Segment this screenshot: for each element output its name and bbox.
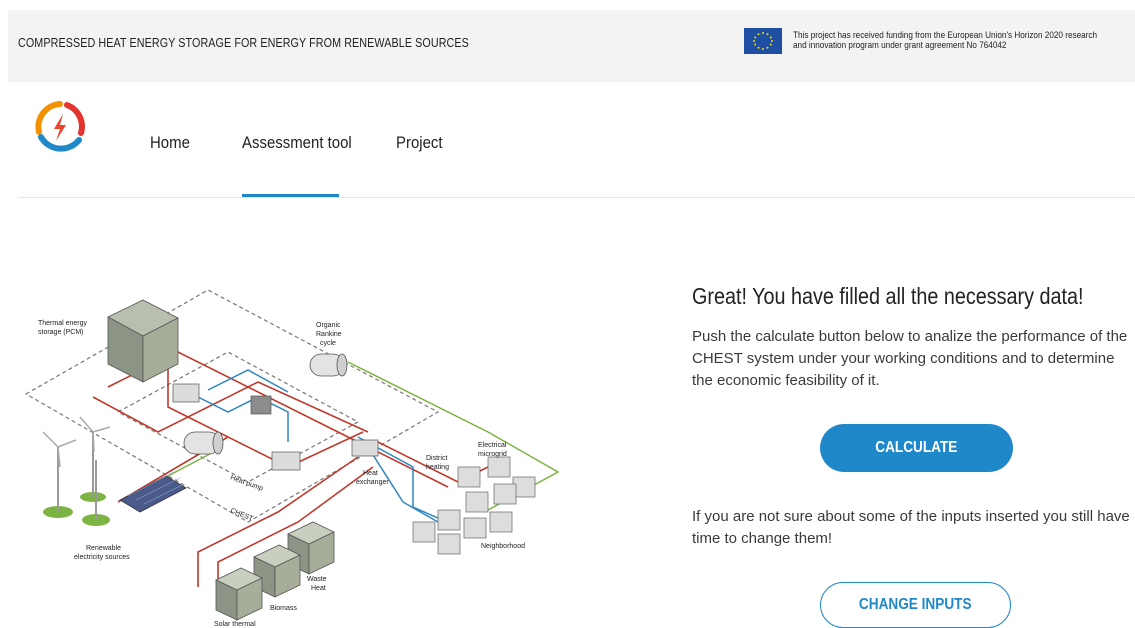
label-heat-exchanger-2: exchanger (356, 479, 389, 486)
nav-project[interactable]: Project (396, 133, 443, 153)
label-waste-heat-1: Waste (307, 576, 327, 583)
change-note-text: If you are not sure about some of the in… (692, 508, 1130, 547)
label-microgrid-1: Electrical (478, 442, 507, 449)
label-district-heating-1: District (426, 455, 447, 462)
label-biomass: Biomass (270, 605, 297, 612)
calculate-button-label: CALCULATE (875, 439, 958, 456)
nav-home[interactable]: Home (150, 133, 190, 153)
label-district-heating-2: heating (426, 464, 449, 471)
label-thermal-storage-1: Thermal energy (38, 320, 88, 327)
label-solar-thermal: Solar thermal (214, 621, 256, 628)
change-inputs-button[interactable]: CHANGE INPUTS (820, 582, 1011, 628)
label-orc-2: Rankine (316, 331, 342, 338)
chest-outer-boundary (24, 289, 440, 523)
funding-notice: This project has received funding from t… (793, 30, 1098, 51)
label-orc-1: Organic (316, 322, 341, 329)
project-title: COMPRESSED HEAT ENERGY STORAGE FOR ENERG… (18, 36, 469, 50)
label-renewable-1: Renewable (86, 545, 121, 552)
page-heading: Great! You have filled all the necessary… (692, 283, 1084, 309)
change-inputs-button-label: CHANGE INPUTS (859, 596, 972, 613)
lightning-circle-logo[interactable] (33, 100, 87, 154)
label-orc-3: cycle (320, 340, 336, 347)
label-neighborhood: Neighborhood (481, 543, 525, 550)
nav-divider (18, 197, 1135, 198)
thermal-storage-cube (107, 299, 179, 383)
nav-assessment-tool[interactable]: Assessment tool (242, 133, 352, 153)
description-text: Push the calculate button below to anali… (692, 328, 1128, 389)
solar-panels (119, 471, 187, 513)
top-banner: COMPRESSED HEAT ENERGY STORAGE FOR ENERG… (8, 10, 1135, 82)
label-renewable-2: electricity sources (74, 554, 130, 561)
label-waste-heat-2: Heat (311, 585, 326, 592)
label-heat-exchanger-1: Heat (363, 470, 378, 477)
eu-flag-icon (744, 28, 782, 54)
neighborhood-houses (412, 456, 536, 555)
calculate-button[interactable]: CALCULATE (820, 424, 1013, 472)
chest-system-diagram: Thermal energy storage (PCM) Organic Ran… (24, 289, 560, 628)
label-chest: CHEST (229, 507, 254, 523)
label-heat-pump: Heat pump (229, 474, 264, 492)
label-microgrid-2: microgrid (478, 451, 507, 458)
label-thermal-storage-2: storage (PCM) (38, 329, 84, 336)
wind-turbines (42, 416, 111, 526)
